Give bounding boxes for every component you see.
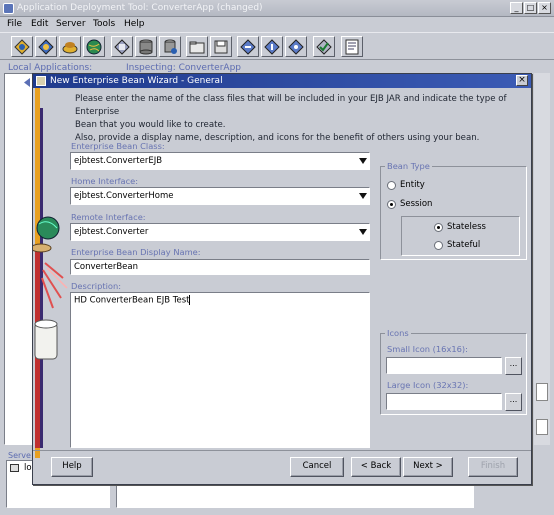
entity-label[interactable]: Entity <box>400 180 425 190</box>
window-title: Application Deployment Tool: ConverterAp… <box>17 3 263 13</box>
new-enterprise-bean-wizard-dialog: New Enterprise Bean Wizard - General × P… <box>32 73 532 485</box>
bean-class-value: ejbtest.ConverterEJB <box>74 156 163 166</box>
folder-icon[interactable] <box>186 36 208 57</box>
small-icon-label: Small Icon (16x16): <box>387 344 468 354</box>
button-separator <box>33 450 531 451</box>
menu-edit[interactable]: Edit <box>31 19 48 29</box>
deploy-icon[interactable] <box>159 36 181 57</box>
large-icon-label: Large Icon (32x32): <box>387 380 469 390</box>
verify-icon[interactable] <box>313 36 335 57</box>
background-panel-edge <box>534 73 550 445</box>
remote-interface-combo[interactable]: ejbtest.Converter <box>70 223 370 241</box>
stateful-label[interactable]: Stateful <box>447 240 480 250</box>
stateful-radio[interactable] <box>434 241 443 250</box>
text-cursor <box>189 295 191 305</box>
entity-radio[interactable] <box>387 181 396 190</box>
finish-button[interactable]: Finish <box>468 457 518 477</box>
menu-file[interactable]: File <box>7 19 22 29</box>
stateless-radio[interactable] <box>434 223 443 232</box>
maximize-button[interactable]: □ <box>524 2 537 14</box>
large-icon-browse-button[interactable]: ... <box>505 393 522 411</box>
next-button[interactable]: Next > <box>403 457 453 477</box>
chevron-down-icon[interactable] <box>359 193 367 199</box>
bean-type-group: Bean Type Entity Session Stateless State… <box>380 161 527 260</box>
description-text: HD ConverterBean EJB Test <box>74 295 190 306</box>
bean-class-combo[interactable]: ejbtest.ConverterEJB <box>70 152 370 170</box>
small-icon-browse-button[interactable]: ... <box>505 357 522 375</box>
menu-tools[interactable]: Tools <box>93 19 115 29</box>
new-ejb-icon[interactable] <box>35 36 57 57</box>
session-type-group: Stateless Stateful <box>401 216 520 256</box>
menu-help[interactable]: Help <box>124 19 145 29</box>
back-button[interactable]: < Back <box>351 457 401 477</box>
inspecting-label: Inspecting: ConverterApp <box>126 63 241 73</box>
open-icon[interactable] <box>59 36 81 57</box>
toolbar <box>0 32 554 60</box>
chevron-down-icon[interactable] <box>359 158 367 164</box>
window-title-bar: Application Deployment Tool: ConverterAp… <box>0 0 554 17</box>
new-application-icon[interactable] <box>11 36 33 57</box>
tool-icon-1[interactable] <box>237 36 259 57</box>
home-interface-combo[interactable]: ejbtest.ConverterHome <box>70 187 370 205</box>
remote-interface-label: Remote Interface: <box>71 212 146 222</box>
display-name-input[interactable]: ConverterBean <box>70 259 370 275</box>
menu-bar: File Edit Server Tools Help <box>0 17 554 31</box>
dialog-close-button[interactable]: × <box>516 75 528 86</box>
session-label[interactable]: Session <box>400 199 432 209</box>
home-interface-value: ejbtest.ConverterHome <box>74 191 174 201</box>
large-icon-input[interactable] <box>386 393 502 410</box>
server-computer-icon <box>10 464 19 472</box>
wizard-artwork <box>33 88 69 458</box>
server-globe-icon[interactable] <box>83 36 105 57</box>
close-window-button[interactable]: × <box>538 2 551 14</box>
icons-label: Icons <box>385 328 411 338</box>
display-name-label: Enterprise Bean Display Name: <box>71 247 201 257</box>
bean-class-label: Enterprise Bean Class: <box>71 141 165 151</box>
server-item-label[interactable]: lo <box>24 463 32 473</box>
help-button[interactable]: Help <box>51 457 93 477</box>
app-icon <box>3 3 14 14</box>
minimize-button[interactable]: _ <box>510 2 523 14</box>
stateless-label[interactable]: Stateless <box>447 222 486 232</box>
instruction-line: Please enter the name of the class files… <box>75 94 507 117</box>
tree-expand-icon[interactable] <box>22 78 30 87</box>
description-label: Description: <box>71 281 122 291</box>
tool-icon-3[interactable] <box>285 36 307 57</box>
session-radio[interactable] <box>387 200 396 209</box>
home-interface-label: Home Interface: <box>71 176 139 186</box>
cancel-button[interactable]: Cancel <box>290 457 344 477</box>
wizard-instructions: Please enter the name of the class files… <box>75 93 527 145</box>
remote-interface-value: ejbtest.Converter <box>74 227 149 237</box>
instruction-line: Bean that you would like to create. <box>75 120 226 130</box>
description-textarea[interactable]: HD ConverterBean EJB Test <box>70 292 370 448</box>
save-icon[interactable] <box>210 36 232 57</box>
tool-icon-2[interactable] <box>261 36 283 57</box>
applications-tree[interactable] <box>4 73 34 445</box>
chevron-down-icon[interactable] <box>359 229 367 235</box>
dialog-icon <box>36 76 46 86</box>
servers-label: Serve <box>8 451 31 460</box>
icons-group: Icons Small Icon (16x16): ... Large Icon… <box>380 328 527 415</box>
properties-icon[interactable] <box>341 36 363 57</box>
database-icon[interactable] <box>135 36 157 57</box>
local-applications-label: Local Applications: <box>8 63 93 73</box>
small-icon-input[interactable] <box>386 357 502 374</box>
dialog-title: New Enterprise Bean Wizard - General <box>50 76 223 86</box>
new-component-icon[interactable] <box>111 36 133 57</box>
menu-server[interactable]: Server <box>56 19 86 29</box>
bean-type-label: Bean Type <box>385 161 432 171</box>
dialog-title-bar: New Enterprise Bean Wizard - General × <box>33 74 531 88</box>
